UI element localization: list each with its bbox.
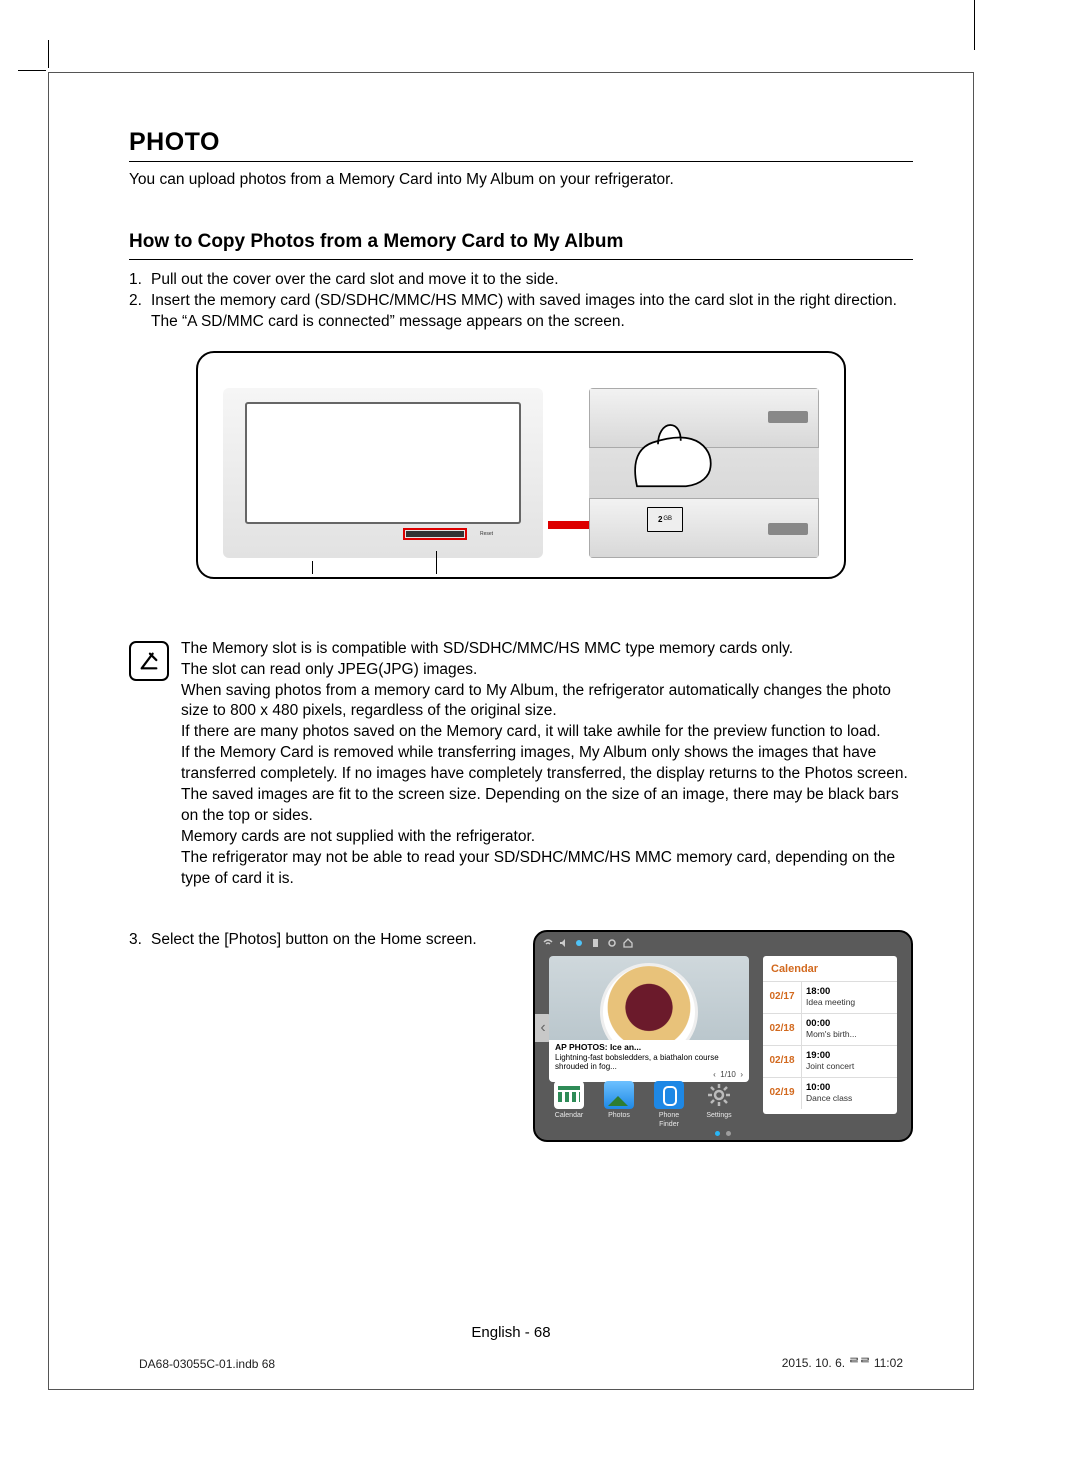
calendar-row[interactable]: 02/19 10:00Dance class (763, 1077, 897, 1109)
calendar-title: Calendar (763, 956, 897, 981)
step-text: Insert the memory card (SD/SDHC/MMC/HS M… (151, 291, 913, 333)
wifi-icon (543, 938, 553, 948)
page-footer-right: 2015. 10. 6. ᄅᄅ 11:02 (782, 1354, 903, 1371)
event-desc: Mom's birth... (806, 1030, 857, 1039)
step-text: Select the [Photos] button on the Home s… (151, 930, 519, 951)
calendar-widget[interactable]: Calendar 02/17 18:00Idea meeting 02/18 0… (763, 956, 897, 1114)
figure-card-slot: Reset 2 GB (129, 351, 913, 579)
step-number: 2. (129, 291, 151, 333)
dock-phone-finder[interactable]: Phone Finder (649, 1081, 689, 1130)
reset-label: Reset (480, 531, 493, 537)
section-title: PHOTO (129, 128, 913, 161)
rule (129, 161, 913, 162)
sd-capacity: 2 (658, 515, 662, 524)
calendar-date: 02/17 (763, 982, 802, 1013)
note-icon (129, 641, 169, 681)
calendar-date: 02/18 (763, 1046, 802, 1077)
event-desc: Dance class (806, 1094, 852, 1103)
weather-icon (575, 938, 585, 948)
page-dots[interactable] (715, 1131, 731, 1136)
photo-next[interactable]: › (740, 1070, 743, 1079)
phone-icon (654, 1081, 684, 1109)
note-text: The Memory slot is is compatible with SD… (181, 639, 913, 890)
step-number: 1. (129, 270, 151, 291)
doc-icon (591, 938, 601, 948)
photo-widget[interactable]: AP PHOTOS: Ice an... Lightning-fast bobs… (549, 956, 749, 1082)
step-1: 1. Pull out the cover over the card slot… (129, 270, 913, 291)
manual-page: PHOTO You can upload photos from a Memor… (0, 0, 1080, 1472)
crop-mark (974, 0, 975, 50)
photo-prev[interactable]: ‹ (713, 1070, 716, 1079)
photo-count: 1/10 (720, 1070, 736, 1079)
card-slot-highlight (403, 528, 467, 540)
step-3-row: 3. Select the [Photos] button on the Hom… (129, 930, 913, 1142)
calendar-row[interactable]: 02/18 19:00Joint concert (763, 1045, 897, 1077)
gear-icon (704, 1081, 734, 1109)
note-block: The Memory slot is is compatible with SD… (129, 639, 913, 890)
intro-text: You can upload photos from a Memory Card… (129, 170, 913, 191)
photo-subtext: Lightning-fast bobsledders, a biathalon … (555, 1053, 743, 1071)
photo-headline: AP PHOTOS: Ice an... (555, 1043, 743, 1053)
sd-card-icon: 2 GB (647, 507, 683, 532)
step-text: Pull out the cover over the card slot an… (151, 270, 913, 291)
sound-icon (559, 938, 569, 948)
calendar-row[interactable]: 02/17 18:00Idea meeting (763, 981, 897, 1013)
calendar-row[interactable]: 02/18 00:00Mom's birth... (763, 1013, 897, 1045)
crop-mark (48, 40, 49, 68)
event-desc: Idea meeting (806, 998, 855, 1007)
page-footer-left: DA68-03055C-01.indb 68 (139, 1357, 275, 1371)
dock-photos[interactable]: Photos (599, 1081, 639, 1130)
leader-line (312, 561, 313, 574)
calendar-date: 02/18 (763, 1014, 802, 1045)
dock-label: Settings (699, 1111, 739, 1120)
event-desc: Joint concert (806, 1062, 854, 1071)
dock-label: Photos (599, 1111, 639, 1120)
dock-settings[interactable]: Settings (699, 1081, 739, 1130)
status-bar (543, 938, 633, 948)
photo-caption: AP PHOTOS: Ice an... Lightning-fast bobs… (549, 1040, 749, 1082)
step-2: 2. Insert the memory card (SD/SDHC/MMC/H… (129, 291, 913, 333)
step-number: 3. (129, 930, 151, 951)
dock: Calendar Photos Phone Finder Se (549, 1081, 739, 1130)
calendar-date: 02/19 (763, 1078, 802, 1109)
insert-illustration: 2 GB (589, 388, 819, 558)
crop-mark (18, 70, 46, 71)
photos-icon (604, 1081, 634, 1109)
display-device (223, 388, 543, 558)
hand-icon (627, 418, 717, 488)
dock-label: Phone Finder (649, 1111, 689, 1130)
page-footer-center: English - 68 (49, 1324, 973, 1341)
sd-unit: GB (663, 516, 672, 522)
home-icon (623, 938, 633, 948)
steps-list: 1. Pull out the cover over the card slot… (129, 270, 913, 333)
photo-pagination[interactable]: ‹ 1/10 › (713, 1070, 743, 1079)
page-frame: PHOTO You can upload photos from a Memor… (48, 72, 974, 1390)
gear-small-icon (607, 938, 617, 948)
dock-calendar[interactable]: Calendar (549, 1081, 589, 1130)
sub-heading: How to Copy Photos from a Memory Card to… (129, 231, 913, 260)
leader-line (436, 551, 437, 574)
home-screen-figure: ‹ AP PHOTOS: Ice an... Lightning-fast bo… (533, 930, 913, 1142)
calendar-icon (554, 1081, 584, 1109)
dock-label: Calendar (549, 1111, 589, 1120)
